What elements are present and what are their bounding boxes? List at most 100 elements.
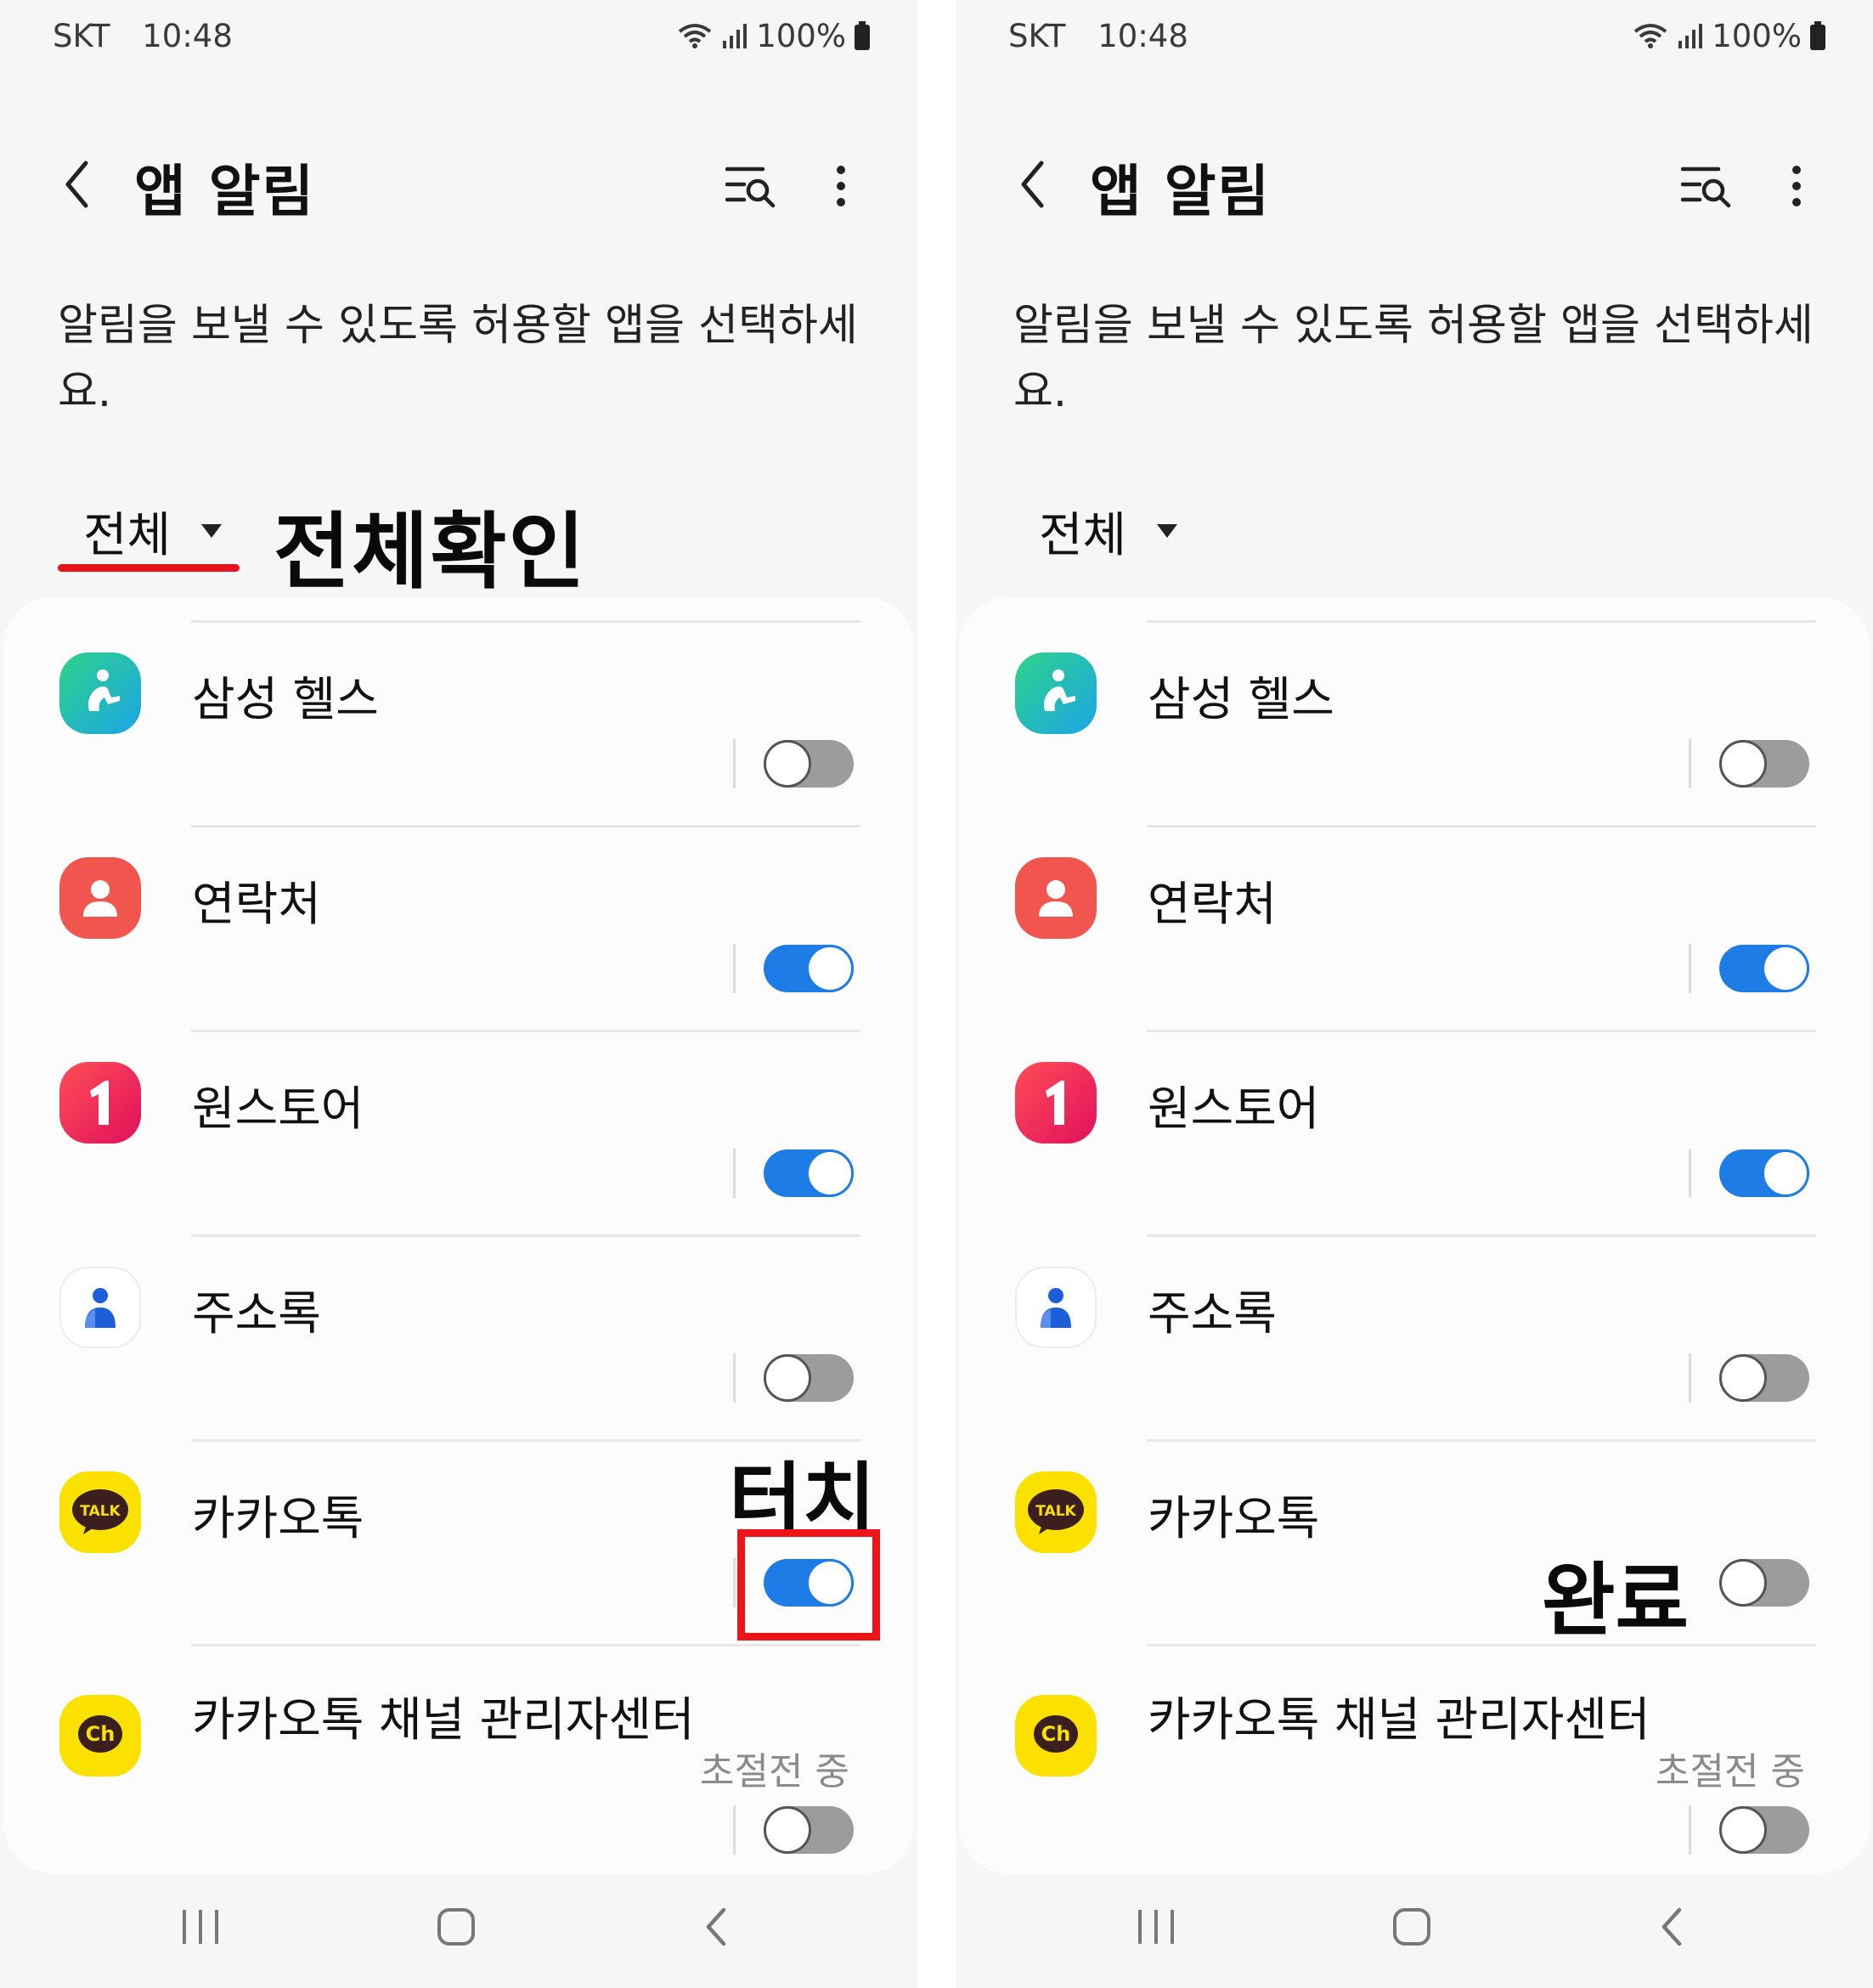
divider (1147, 1234, 1816, 1237)
separator (733, 944, 736, 993)
notification-toggle[interactable] (764, 945, 854, 992)
app-name: 주소록 (192, 1286, 321, 1341)
battery-icon (855, 21, 870, 50)
notification-toggle[interactable] (1719, 1149, 1809, 1197)
more-options-button[interactable] (820, 158, 862, 217)
search-button[interactable] (1678, 158, 1737, 217)
power-saving-label: 초절전 중 (700, 1750, 849, 1793)
annotation-check-all: 전체확인 (274, 504, 587, 601)
address-book-icon (59, 1267, 141, 1348)
svg-text:Ch: Ch (1041, 1722, 1071, 1746)
caret-down-icon (201, 524, 223, 538)
app-name: 카카오톡 채널 관리자센터 (192, 1692, 695, 1747)
chevron-left-icon (703, 1906, 727, 1951)
list-item[interactable]: TALK 카카오톡 (959, 1439, 1870, 1644)
chevron-left-icon (1019, 160, 1045, 212)
divider (1147, 1030, 1816, 1032)
more-options-button[interactable] (1775, 158, 1818, 217)
status-bar: SKT 10:48 100% (1008, 12, 1825, 59)
list-item[interactable]: 원스토어 (3, 1030, 914, 1234)
app-name: 연락처 (192, 877, 321, 931)
app-name: 삼성 헬스 (192, 672, 379, 726)
contacts-icon (1015, 857, 1097, 939)
kakao-channel-icon: Ch (1015, 1695, 1097, 1776)
onestore-icon (1015, 1062, 1097, 1144)
time-label: 10:48 (142, 17, 233, 54)
notification-toggle[interactable] (764, 740, 854, 788)
page-title: 앱 알림 (134, 159, 316, 224)
carrier-label: SKT (53, 17, 110, 54)
status-bar: SKT 10:48 100% (53, 12, 870, 59)
divider (1147, 620, 1816, 623)
app-list: 삼성 헬스 연락처 원스토어 주소록 TALK 카카오톡 Ch 카카오톡 채널 … (959, 597, 1870, 1873)
home-button[interactable] (1378, 1899, 1446, 1958)
search-list-icon (1680, 164, 1734, 212)
separator (1689, 1149, 1691, 1198)
app-name: 주소록 (1148, 1286, 1277, 1341)
notification-toggle[interactable] (1719, 1559, 1809, 1607)
notification-toggle[interactable] (1719, 945, 1809, 992)
list-item[interactable]: 원스토어 (959, 1030, 1870, 1234)
notification-toggle[interactable] (1719, 1354, 1809, 1402)
divider (1147, 825, 1816, 827)
page-description: 알림을 보낼 수 있도록 허용할 앱을 선택하세요. (1013, 301, 1814, 417)
svg-text:TALK: TALK (1035, 1503, 1076, 1520)
page-description: 알림을 보낼 수 있도록 허용할 앱을 선택하세요. (58, 301, 858, 417)
notification-toggle[interactable] (764, 1806, 854, 1854)
divider (1147, 1439, 1816, 1442)
kakaotalk-icon: TALK (1015, 1471, 1097, 1553)
chevron-left-icon (1659, 1906, 1683, 1951)
back-button[interactable] (1007, 156, 1058, 216)
separator (733, 1558, 736, 1607)
nav-back-button[interactable] (1637, 1899, 1705, 1958)
list-item[interactable]: 연락처 (3, 825, 914, 1030)
search-list-icon (725, 164, 778, 212)
screen-before: SKT 10:48 100% 앱 알림 알림을 보낼 수 있도록 허용할 앱을 … (0, 0, 917, 1988)
back-button[interactable] (51, 156, 102, 216)
app-name: 카카오톡 채널 관리자센터 (1148, 1692, 1650, 1747)
navigation-bar (956, 1873, 1873, 1988)
divider (191, 1644, 860, 1646)
kakao-channel-icon: Ch (59, 1695, 141, 1776)
annotation-highlight-box (737, 1529, 880, 1641)
notification-toggle[interactable] (1719, 740, 1809, 788)
nav-back-button[interactable] (681, 1899, 749, 1958)
notification-toggle[interactable] (764, 1149, 854, 1197)
filter-label: 전체 (1039, 507, 1127, 563)
list-item[interactable]: 주소록 (3, 1234, 914, 1439)
app-name: 카카오톡 (1148, 1491, 1320, 1545)
notification-toggle[interactable] (1719, 1806, 1809, 1854)
list-item[interactable]: 삼성 헬스 (3, 620, 914, 825)
list-item[interactable]: Ch 카카오톡 채널 관리자센터 초절전 중 (959, 1644, 1870, 1855)
app-bar: 앱 알림 (0, 136, 917, 229)
list-item[interactable]: 주소록 (959, 1234, 1870, 1439)
notification-toggle[interactable] (764, 1354, 854, 1402)
svg-text:TALK: TALK (80, 1503, 121, 1520)
app-name: 연락처 (1148, 877, 1277, 931)
list-item[interactable]: 연락처 (959, 825, 1870, 1030)
battery-percent: 100% (756, 17, 846, 54)
app-name: 원스토어 (192, 1082, 364, 1136)
app-name: 카카오톡 (192, 1491, 364, 1545)
recents-button[interactable] (1122, 1899, 1190, 1958)
home-button[interactable] (422, 1899, 490, 1958)
recents-button[interactable] (166, 1899, 234, 1958)
annotation-done: 완료 (1542, 1555, 1689, 1647)
kakaotalk-icon: TALK (59, 1471, 141, 1553)
separator (1689, 1353, 1691, 1403)
divider (191, 620, 860, 623)
power-saving-label: 초절전 중 (1656, 1750, 1805, 1793)
search-button[interactable] (722, 158, 781, 217)
filter-dropdown[interactable]: 전체 (1013, 497, 1178, 565)
annotation-underline (58, 564, 240, 572)
battery-percent: 100% (1712, 17, 1802, 54)
signal-icon (1678, 22, 1703, 49)
onestore-icon (59, 1062, 141, 1144)
more-vertical-icon (1791, 165, 1802, 211)
filter-label: 전체 (83, 507, 172, 563)
filter-dropdown[interactable]: 전체 (58, 497, 223, 565)
list-item[interactable]: Ch 카카오톡 채널 관리자센터 초절전 중 (3, 1644, 914, 1855)
list-item[interactable]: 삼성 헬스 (959, 620, 1870, 825)
samsung-health-icon (59, 652, 141, 734)
divider (191, 1234, 860, 1237)
